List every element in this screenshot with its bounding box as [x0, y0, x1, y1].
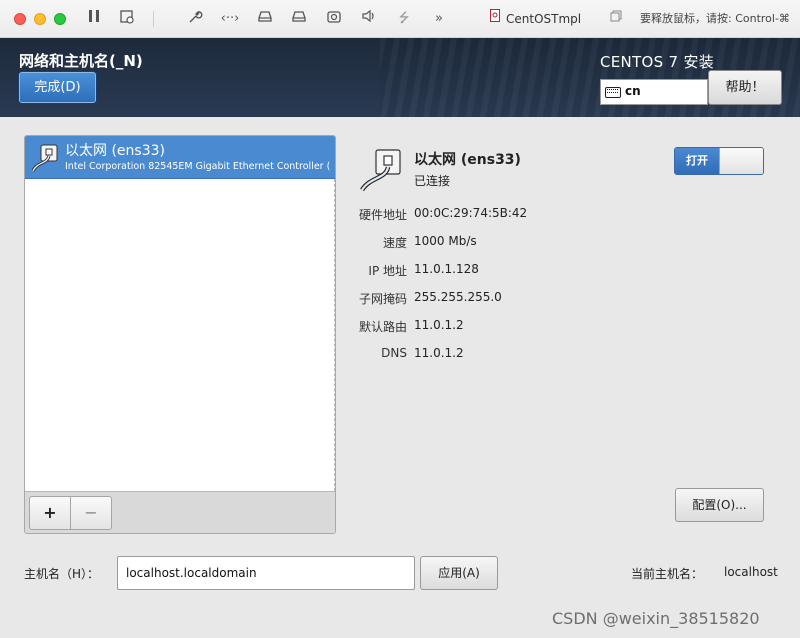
installer-header: 网络和主机名(_N) 完成(D) CENTOS 7 安装 cn 帮助！	[0, 38, 800, 117]
connection-toggle[interactable]: 打开	[674, 147, 764, 175]
page-title: 网络和主机名(_N)	[19, 52, 143, 70]
current-hostname-label: 当前主机名：	[631, 567, 704, 581]
ip-address-value: 11.0.1.128	[414, 262, 479, 276]
zoom-window-button[interactable]	[54, 13, 66, 25]
wrench-icon[interactable]	[186, 9, 204, 29]
apply-hostname-button[interactable]: 应用(A)	[420, 556, 498, 590]
network-arrows-icon[interactable]: ‹··›	[220, 9, 240, 29]
configure-button[interactable]: 配置(O)...	[675, 488, 764, 522]
device-list-item[interactable]: 以太网 (ens33) Intel Corporation 82545EM Gi…	[25, 136, 335, 179]
vm-doc-icon	[489, 9, 501, 29]
snapshot-icon[interactable]	[118, 9, 136, 29]
ethernet-icon	[31, 142, 61, 178]
vm-title: CentOSTmpl	[506, 12, 582, 26]
usb-icon[interactable]: ⭍	[395, 9, 413, 29]
keyboard-icon	[605, 87, 621, 98]
current-hostname-value: localhost	[724, 565, 778, 579]
subnet-mask-value: 255.255.255.0	[414, 290, 502, 304]
hostname-label: 主机名（H）：	[24, 567, 100, 581]
default-route-label: 默认路由	[358, 320, 407, 334]
close-window-button[interactable]	[14, 13, 26, 25]
hostname-input[interactable]	[117, 556, 415, 590]
window-copy-icon	[608, 9, 624, 29]
done-button[interactable]: 完成(D)	[19, 72, 96, 103]
pause-icon[interactable]	[86, 9, 102, 29]
speaker-icon[interactable]	[360, 9, 378, 29]
toggle-knob[interactable]	[719, 148, 763, 174]
device-list: 以太网 (ens33) Intel Corporation 82545EM Gi…	[24, 135, 336, 534]
hardware-address-label: 硬件地址	[358, 208, 407, 222]
ip-address-label: IP 地址	[368, 264, 407, 278]
toggle-on-label: 打开	[675, 148, 719, 174]
detail-device-name: 以太网 (ens33)	[414, 152, 521, 168]
device-list-toolbar: + −	[25, 491, 335, 533]
minimize-window-button[interactable]	[34, 13, 46, 25]
dns-value: 11.0.1.2	[414, 346, 464, 360]
hardware-address-value: 00:0C:29:74:5B:42	[414, 206, 528, 220]
disk2-icon[interactable]	[290, 9, 308, 29]
keyboard-layout-indicator[interactable]: cn	[600, 79, 708, 105]
keyboard-layout-label: cn	[625, 84, 641, 98]
product-title: CENTOS 7 安装	[600, 53, 715, 71]
more-icon[interactable]: »	[430, 9, 448, 29]
device-name: 以太网 (ens33)	[65, 143, 165, 159]
release-mouse-hint: 要释放鼠标，请按: Control-⌘	[640, 12, 790, 25]
watermark: CSDN @weixin_38515820	[552, 609, 760, 628]
add-device-button[interactable]: +	[29, 496, 71, 530]
help-button[interactable]: 帮助！	[708, 70, 782, 105]
vm-titlebar: ‹··› ⭍ » CentOSTmpl 要释放鼠标，请按: Control-⌘	[0, 0, 800, 38]
device-description: Intel Corporation 82545EM Gigabit Ethern…	[65, 161, 331, 172]
speed-label: 速度	[382, 236, 407, 250]
disk-icon[interactable]	[256, 9, 274, 29]
remove-device-button[interactable]: −	[70, 496, 112, 530]
list-scroll-track	[334, 179, 335, 491]
ethernet-detail-icon	[358, 147, 406, 197]
dns-label: DNS	[381, 346, 407, 360]
connection-status: 已连接	[414, 174, 451, 188]
camera-icon[interactable]	[325, 9, 343, 29]
subnet-mask-label: 子网掩码	[358, 292, 407, 306]
default-route-value: 11.0.1.2	[414, 318, 464, 332]
speed-value: 1000 Mb/s	[414, 234, 477, 248]
